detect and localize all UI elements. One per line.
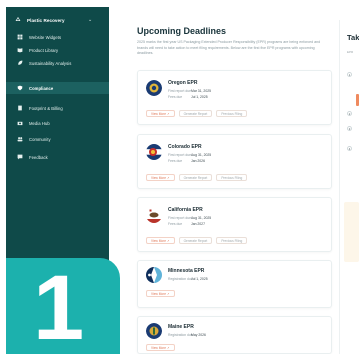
card-row: First report due Aug 31, 2025 [168,153,211,157]
sidebar-item-label: Sustainability Analysis [29,60,72,66]
deadline-card-oregon: Oregon EPR First report due Mar 31, 2025… [137,70,332,125]
book-icon [17,47,23,53]
step-marker: 1 [347,72,352,77]
card-title: Oregon EPR [168,80,198,86]
row-value: Aug 31, 2025 [191,216,212,220]
row-key: Registration due [168,333,193,337]
generate-report-button[interactable]: Generate Report [178,174,213,181]
row-key: Fees due [168,222,183,226]
deadline-card-colorado: Colorado EPR First report due Aug 31, 20… [137,134,332,189]
row-value: Jan 2026 [191,159,205,163]
row-value: May 2026 [191,333,206,337]
previous-filing-button[interactable]: Previous Filing [216,237,248,244]
camera-icon [17,120,23,126]
sidebar-item-community[interactable]: Community [6,133,109,145]
chat-icon [17,154,23,160]
card-row: Registration due Jul 1, 2025 [168,277,208,281]
sidebar-item-sustainability-analysis[interactable]: Sustainability Analysis [6,57,109,69]
generate-report-button[interactable]: Generate Report [178,237,213,244]
sidebar-item-label: Compliance [29,85,54,91]
oregon-seal-icon [146,80,162,96]
step-marker: 2 [347,111,352,116]
panel-title: Take [347,33,359,42]
card-row: Fees due Jan 2027 [168,222,205,226]
sidebar-item-label: Website Widgets [29,34,62,40]
step-number: 1 [33,257,85,354]
brand-label: Plastic Recovery [27,17,65,23]
card-row: Fees due Jan 2026 [168,159,205,163]
shield-icon [17,85,23,91]
row-value: Aug 31, 2025 [191,153,212,157]
row-value: Jan 2027 [191,222,205,226]
previous-filing-button[interactable]: Previous Filing [216,174,248,181]
california-flag-icon [146,207,162,223]
card-actions: View More ↗ [146,290,175,297]
card-row: Fees due Jul 1, 2025 [168,95,208,99]
card-row: Registration due May 2026 [168,333,206,337]
maine-seal-icon [146,323,162,339]
row-value: Jul 1, 2025 [191,277,208,281]
card-actions: View More ↗ Generate Report Previous Fil… [146,237,248,244]
step-marker: 3 [347,126,352,131]
leaf-icon [17,60,23,66]
generate-report-button[interactable]: Generate Report [178,110,213,117]
brand-switcher[interactable]: Plastic Recovery ⌄ [15,17,92,23]
chevron-down-icon: ⌄ [88,17,93,23]
view-more-button[interactable]: View More ↗ [146,290,175,297]
card-title: Colorado EPR [168,144,202,150]
step-marker: 4 [347,146,352,151]
recycle-icon [15,17,21,23]
sidebar-item-media-hub[interactable]: Media Hub [6,117,109,129]
people-icon [17,136,23,142]
deadline-card-minnesota: Minnesota EPR Registration due Jul 1, 20… [137,260,332,308]
sidebar-item-feedback[interactable]: Feedback [6,151,109,163]
panel-tip-box [344,202,359,262]
card-actions: View More ↗ Generate Report Previous Fil… [146,110,248,117]
deadline-card-maine: Maine EPR Registration due May 2026 View… [137,316,332,354]
row-key: First report due [168,216,191,220]
view-more-button[interactable]: View More ↗ [146,110,175,117]
sidebar-item-compliance[interactable]: Compliance [6,82,109,94]
row-key: First report due [168,89,191,93]
sidebar-item-footprint-billing[interactable]: Footprint & Billing [6,102,109,114]
row-key: Registration due [168,277,193,281]
sidebar-item-label: Feedback [29,154,48,160]
grid-icon [17,34,23,40]
view-more-button[interactable]: View More ↗ [146,174,175,181]
row-value: Jul 1, 2025 [191,95,208,99]
previous-filing-button[interactable]: Previous Filing [216,110,248,117]
deadline-card-california: California EPR First report due Aug 31, … [137,197,332,252]
card-title: Minnesota EPR [168,268,205,274]
page-description: 2025 marks the first year US Packaging E… [137,40,321,56]
sidebar-item-label: Media Hub [29,120,50,126]
panel-subtitle: EPR [347,50,354,54]
row-value: Mar 31, 2025 [191,89,211,93]
card-actions: View More ↗ [146,344,175,351]
sidebar-item-label: Community [29,136,51,142]
sidebar-item-label: Footprint & Billing [29,105,63,111]
receipt-icon [17,105,23,111]
sidebar-item-product-library[interactable]: Product Library [6,44,109,56]
sidebar-item-label: Product Library [29,47,59,53]
row-key: Fees due [168,159,183,163]
card-row: First report due Mar 31, 2025 [168,89,211,93]
row-key: First report due [168,153,191,157]
row-key: Fees due [168,95,183,99]
card-title: California EPR [168,207,203,213]
right-panel [339,20,359,354]
card-actions: View More ↗ Generate Report Previous Fil… [146,174,248,181]
minnesota-flag-icon [146,267,162,283]
app-window: Plastic Recovery ⌄ Website Widgets Produ… [0,0,359,354]
view-more-button[interactable]: View More ↗ [146,344,175,351]
view-more-button[interactable]: View More ↗ [146,237,175,244]
card-row: First report due Aug 31, 2025 [168,216,211,220]
page-title: Upcoming Deadlines [137,26,227,36]
colorado-flag-icon [146,144,162,160]
sidebar-item-website-widgets[interactable]: Website Widgets [6,31,109,43]
card-title: Maine EPR [168,324,194,330]
